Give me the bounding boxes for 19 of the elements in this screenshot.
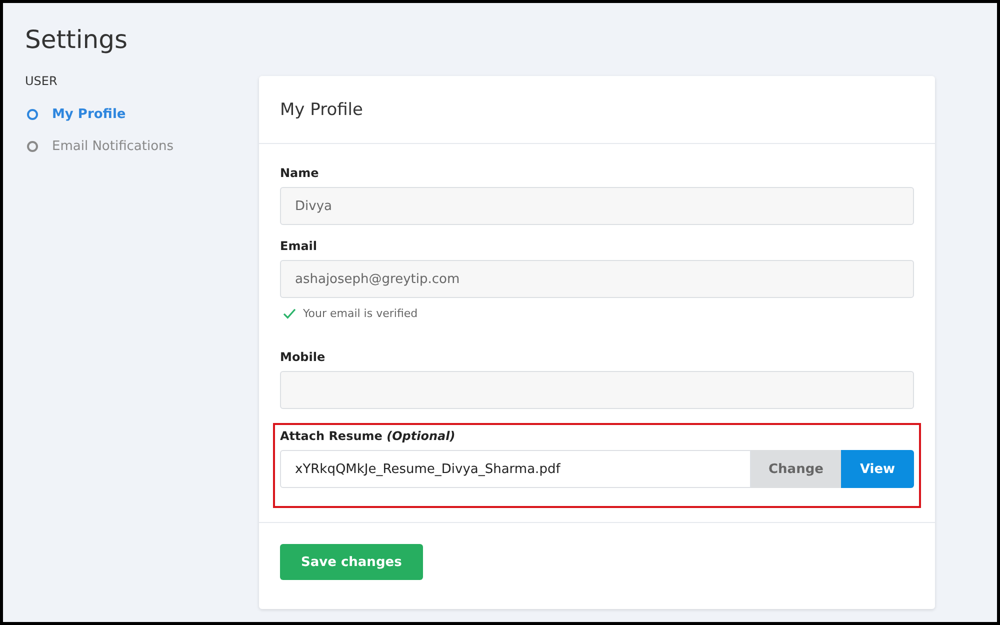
save-button[interactable]: Save changes (280, 544, 423, 580)
field-label: Mobile (280, 350, 326, 364)
input-field[interactable] (280, 371, 914, 409)
sidebar-item[interactable]: Email Notifications (27, 130, 259, 162)
change-button[interactable]: Change (751, 450, 841, 488)
circle-icon (27, 140, 38, 152)
sidebar-section-label: USER (25, 74, 58, 88)
field-label: Email (280, 239, 318, 253)
field-label: Name (280, 166, 320, 180)
circle-icon (27, 108, 38, 120)
input-field[interactable]: ashajoseph@greytip.com (280, 260, 914, 298)
page-title: Settings (25, 25, 129, 54)
verification-note: Your email is verified (303, 307, 418, 320)
file-name-field[interactable]: xYRkqQMkJe_Resume_Divya_Sharma.pdf (280, 450, 751, 488)
view-button[interactable]: View (841, 450, 914, 488)
field-label: Attach Resume (Optional) (280, 429, 456, 443)
input-field[interactable]: Divya (280, 187, 914, 225)
sidebar-item[interactable]: My Profile (27, 98, 259, 130)
card-title: My Profile (280, 100, 363, 120)
